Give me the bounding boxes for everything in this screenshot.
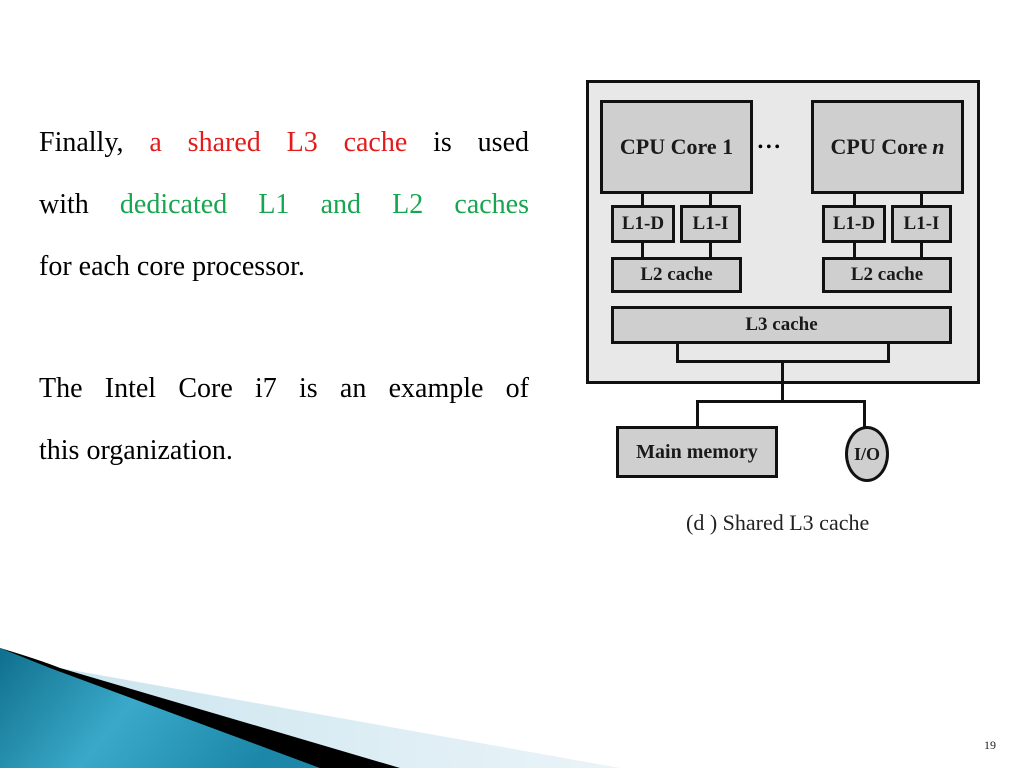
connector (709, 242, 712, 258)
l1i-label: L1-I (903, 213, 940, 234)
cpu-core-n-index: n (932, 134, 945, 159)
l2-label: L2 cache (850, 264, 924, 285)
main-memory-label: Main memory (636, 440, 758, 463)
page-number: 19 (984, 738, 996, 752)
connector (641, 193, 644, 205)
cpu-core-1: CPU Core 1 (600, 100, 753, 194)
cpu-core-n: CPU Core n (811, 100, 964, 194)
io-device: I/O (845, 426, 889, 482)
connector (863, 400, 866, 428)
l1-instruction-cache-1: L1-I (680, 205, 741, 243)
l1-data-cache-1: L1-D (611, 205, 675, 243)
connector (853, 242, 856, 258)
system-bus (781, 360, 784, 402)
l1-data-cache-n: L1-D (822, 205, 886, 243)
l3-cache: L3 cache (611, 306, 952, 344)
l1d-label: L1-D (621, 213, 665, 234)
l1-instruction-cache-n: L1-I (891, 205, 952, 243)
l2-cache-n: L2 cache (822, 257, 952, 293)
l2-label: L2 cache (640, 264, 713, 285)
main-memory: Main memory (616, 426, 778, 478)
l3-label: L3 cache (745, 314, 818, 335)
io-label: I/O (853, 443, 880, 464)
connector (920, 193, 923, 205)
shared-l3-diagram: CPU Core 1 • • • CPU Core n L1-D L1-I L2… (0, 0, 1024, 768)
system-bus (696, 400, 865, 403)
cpu-core-1-label: CPU Core 1 (619, 134, 734, 159)
l1i-label: L1-I (692, 213, 729, 234)
cpu-core-n-label: CPU Core (830, 134, 928, 159)
connector (709, 193, 712, 205)
connector (641, 242, 644, 258)
diagram-caption: (d ) Shared L3 cache (686, 510, 870, 535)
connector (696, 400, 699, 428)
ellipsis: • • • (758, 140, 780, 155)
l1d-label: L1-D (832, 213, 876, 234)
connector (853, 193, 856, 205)
l2-cache-1: L2 cache (611, 257, 742, 293)
connector (920, 242, 923, 258)
